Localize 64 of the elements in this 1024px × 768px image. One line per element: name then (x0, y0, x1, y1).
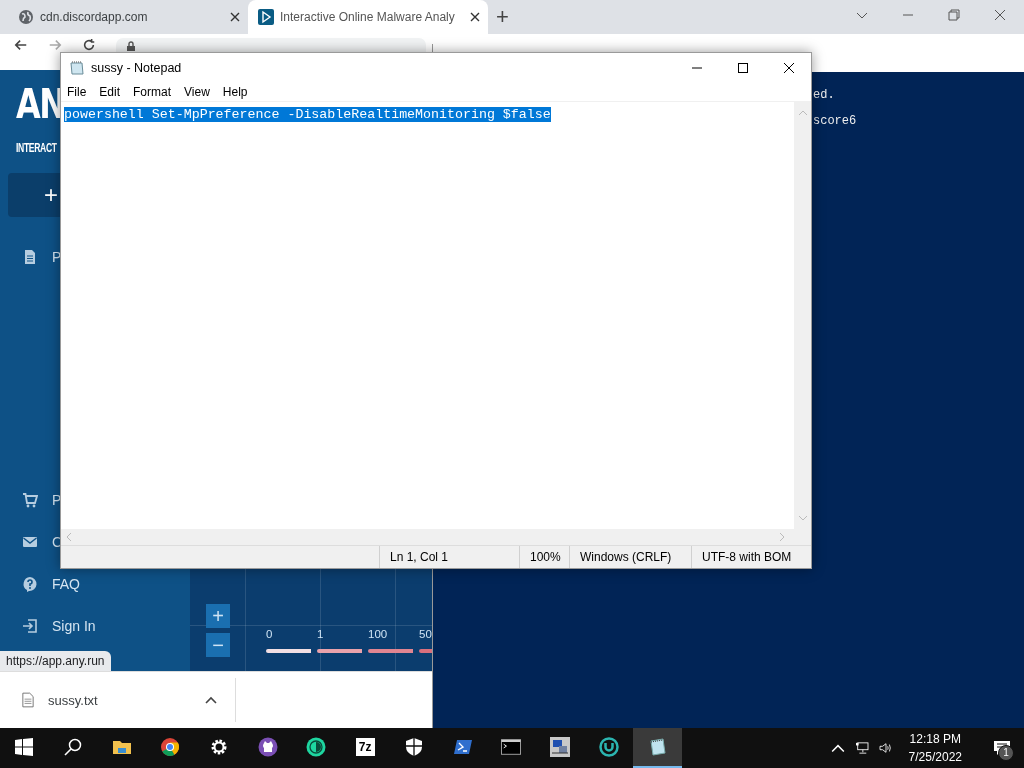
lock-icon (126, 41, 136, 51)
start-icon[interactable] (14, 737, 35, 757)
zoom-out-button[interactable]: − (206, 633, 230, 657)
close-icon[interactable] (783, 62, 795, 74)
sign-in-icon (22, 618, 38, 634)
play-logo-icon (258, 9, 274, 25)
reload-icon[interactable] (82, 38, 96, 52)
notification-badge: 1 (998, 745, 1014, 761)
status-field: UTF-8 with BOM (691, 546, 795, 568)
menu-item[interactable]: Edit (99, 85, 121, 99)
console-line: score6 (813, 114, 858, 128)
onion-icon[interactable] (306, 737, 327, 757)
caret-icon[interactable] (205, 696, 217, 704)
nav-link[interactable]: P (52, 492, 62, 508)
menu-item[interactable]: File (67, 85, 87, 99)
powershell-icon[interactable] (452, 737, 473, 757)
new-tab-button[interactable]: + (496, 6, 509, 28)
archive-app-icon[interactable]: 7z (355, 738, 375, 756)
menu-item[interactable]: Format (133, 85, 172, 99)
file-icon (22, 692, 34, 708)
maximize-icon[interactable] (737, 62, 749, 74)
shield-icon[interactable] (403, 737, 424, 757)
status-url: https://app.any.run (0, 651, 111, 671)
back-arrow-icon[interactable] (14, 38, 28, 52)
search-icon[interactable] (63, 737, 84, 757)
nav-link[interactable]: P (52, 249, 62, 265)
download-item[interactable]: sussy.txt (0, 678, 236, 722)
tagline: INTERACT (16, 140, 57, 155)
clock-date[interactable]: 7/25/2022 (908, 750, 962, 764)
mail-icon (22, 534, 38, 550)
legend-label: 1 (317, 628, 325, 640)
status-field: 100% (519, 546, 569, 568)
help-icon (22, 576, 38, 592)
browser-icon[interactable] (160, 737, 181, 757)
nav-link[interactable]: FAQ (52, 576, 80, 592)
volume-icon[interactable] (878, 742, 893, 754)
legend-label: 100 (368, 628, 389, 640)
status-field: Ln 1, Col 1 (379, 546, 519, 568)
menu-item[interactable]: Help (222, 85, 248, 99)
legend-label: 0 (266, 628, 274, 640)
restore-icon[interactable] (948, 9, 960, 21)
zoom-in-button[interactable]: + (206, 604, 230, 628)
browser-tab[interactable]: Interactive Online Malware Analy (248, 0, 488, 34)
console-line: ed. (813, 88, 836, 102)
clock-time[interactable]: 12:18 PM (909, 732, 961, 746)
ring-icon[interactable] (598, 737, 619, 757)
document-icon (22, 249, 38, 265)
close-icon[interactable] (230, 12, 240, 22)
nav-link[interactable]: Sign In (52, 618, 96, 634)
cart-icon (22, 492, 38, 508)
network-icon[interactable] (854, 742, 869, 754)
terminal-icon[interactable] (501, 737, 522, 757)
menu-item[interactable]: View (184, 85, 210, 99)
computer-icon[interactable] (549, 737, 570, 757)
notepad-icon[interactable] (647, 737, 668, 757)
status-field: Windows (CRLF) (569, 546, 691, 568)
window-title: sussy - Notepad (91, 61, 182, 75)
new-task-button[interactable]: + (8, 173, 60, 217)
notepad-icon (69, 60, 85, 76)
legend-label: 50 (419, 628, 432, 640)
globe-icon (18, 9, 34, 25)
close-icon[interactable] (470, 12, 480, 22)
chevron-up-icon[interactable] (830, 742, 845, 754)
browser-tab[interactable]: cdn.discordapp.com (8, 0, 248, 34)
